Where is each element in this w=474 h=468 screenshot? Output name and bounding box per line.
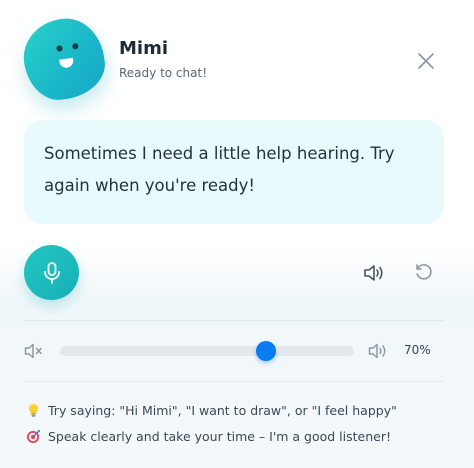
lightbulb-icon <box>28 403 39 417</box>
mimi-avatar <box>18 13 110 105</box>
divider <box>24 320 444 321</box>
avatar-left-eye <box>56 45 63 52</box>
replay-button[interactable] <box>412 261 436 285</box>
tip-item: Speak clearly and take your time – I'm a… <box>26 429 391 444</box>
microphone-icon <box>43 261 60 284</box>
microphone-button[interactable] <box>24 245 79 300</box>
speak-button[interactable] <box>362 261 386 285</box>
target-icon <box>26 429 41 444</box>
chat-card: Mimi Ready to chat! Sometimes I need a l… <box>0 0 474 468</box>
volume-slider-thumb[interactable] <box>255 341 276 361</box>
close-icon <box>418 53 434 69</box>
message-text: Sometimes I need a little help hearing. … <box>44 144 395 195</box>
avatar-right-eye <box>71 42 79 50</box>
volume-max-icon[interactable] <box>368 342 390 360</box>
avatar-mouth <box>59 57 75 69</box>
volume-percentage: 70% <box>404 343 431 357</box>
volume-mute-icon[interactable] <box>24 342 44 360</box>
replay-icon <box>416 264 432 280</box>
tip-text: Speak clearly and take your time – I'm a… <box>48 429 391 444</box>
assistant-name: Mimi <box>119 38 169 59</box>
volume-slider[interactable] <box>60 341 354 361</box>
tip-text: Try saying: "Hi Mimi", "I want to draw",… <box>48 403 397 418</box>
assistant-status: Ready to chat! <box>119 66 208 80</box>
message-bubble: Sometimes I need a little help hearing. … <box>24 120 444 224</box>
tip-item: Try saying: "Hi Mimi", "I want to draw",… <box>26 403 397 418</box>
divider <box>24 381 444 382</box>
speaker-icon <box>364 265 383 281</box>
close-button[interactable] <box>414 49 438 73</box>
